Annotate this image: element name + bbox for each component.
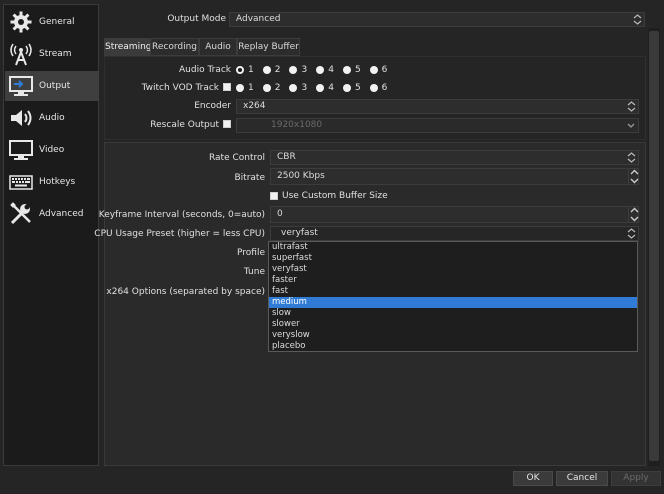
- cpu-preset-option-placebo[interactable]: placebo: [269, 341, 637, 352]
- rescale-output-label: Rescale Output: [150, 120, 219, 130]
- tools-icon: [10, 202, 31, 225]
- updown-arrow-icon: [627, 228, 636, 239]
- tab-replay-buffer[interactable]: Replay Buffer: [237, 38, 300, 56]
- tab-recording[interactable]: Recording: [150, 38, 199, 56]
- rate-control-value: CBR: [277, 152, 296, 162]
- sidebar-item-general[interactable]: General: [5, 7, 99, 37]
- custom-buffer-label: Use Custom Buffer Size: [282, 191, 388, 201]
- sidebar-item-label: Audio: [39, 113, 65, 123]
- cpu-preset-option-slow[interactable]: slow: [269, 308, 637, 319]
- speaker-icon: [11, 110, 32, 126]
- audio-track-radios: 1 2 3 4 5 6: [236, 64, 396, 76]
- twitch-vod-radio-2[interactable]: [262, 84, 271, 92]
- sidebar-item-video[interactable]: Video: [5, 135, 99, 165]
- twitch-vod-label: Twitch VOD Track: [141, 83, 219, 93]
- encoder-select[interactable]: x264: [236, 99, 639, 114]
- audio-track-label: Audio Track: [179, 65, 231, 75]
- twitch-vod-radio-6[interactable]: [369, 84, 378, 92]
- ok-button[interactable]: OK: [513, 471, 553, 486]
- cpu-preset-label: CPU Usage Preset (higher = less CPU): [94, 229, 265, 239]
- cpu-preset-option-slower[interactable]: slower: [269, 319, 637, 330]
- updown-arrow-icon: [627, 101, 636, 112]
- monitor-output-icon: [9, 76, 33, 96]
- twitch-vod-radio-4[interactable]: [316, 84, 325, 92]
- twitch-vod-radios: 1 2 3 4 5 6: [236, 82, 396, 94]
- twitch-vod-radio-3[interactable]: [289, 84, 298, 92]
- updown-arrow-icon: [633, 14, 642, 25]
- sidebar-item-audio[interactable]: Audio: [5, 103, 99, 133]
- output-mode-select[interactable]: Advanced: [229, 12, 645, 27]
- audio-track-radio-4[interactable]: [316, 66, 325, 74]
- antenna-icon: [10, 43, 32, 66]
- updown-arrow-icon: [627, 152, 636, 163]
- sidebar-item-label: Advanced: [39, 209, 84, 219]
- sidebar-item-label: Hotkeys: [39, 177, 76, 187]
- encoder-value: x264: [243, 101, 266, 111]
- rate-control-select[interactable]: CBR: [270, 150, 639, 165]
- chevron-down-icon: [627, 123, 635, 128]
- keyframe-spin-buttons[interactable]: [628, 206, 639, 223]
- twitch-vod-radio-5[interactable]: [342, 84, 351, 92]
- cpu-preset-option-faster[interactable]: faster: [269, 275, 637, 286]
- keyframe-interval-label: Keyframe Interval (seconds, 0=auto): [98, 210, 265, 220]
- keyframe-interval-value: 0: [277, 209, 283, 219]
- tab-streaming[interactable]: Streaming: [104, 38, 151, 56]
- audio-track-radio-1[interactable]: [236, 66, 244, 74]
- cpu-preset-option-superfast[interactable]: superfast: [269, 253, 637, 264]
- cpu-preset-option-veryslow[interactable]: veryslow: [269, 330, 637, 341]
- custom-buffer-checkbox[interactable]: [270, 192, 278, 200]
- monitor-icon: [9, 140, 33, 160]
- cpu-preset-option-medium[interactable]: medium: [269, 297, 637, 308]
- scrollbar-thumb[interactable]: [649, 31, 659, 461]
- cpu-preset-select[interactable]: veryfast: [270, 226, 639, 241]
- cpu-preset-option-ultrafast[interactable]: ultrafast: [269, 242, 637, 253]
- tab-audio[interactable]: Audio: [199, 38, 237, 56]
- audio-track-radio-3[interactable]: [289, 66, 298, 74]
- profile-label: Profile: [237, 248, 265, 258]
- rescale-resolution-select[interactable]: 1920x1080: [236, 118, 639, 133]
- sidebar-item-advanced[interactable]: Advanced: [5, 199, 99, 229]
- cpu-preset-value: veryfast: [281, 228, 318, 238]
- gear-icon: [10, 11, 32, 33]
- bitrate-label: Bitrate: [234, 173, 266, 183]
- rate-control-label: Rate Control: [208, 153, 265, 163]
- sidebar-item-label: Video: [39, 145, 65, 155]
- sidebar-item-output[interactable]: Output: [5, 71, 99, 101]
- cpu-preset-option-veryfast[interactable]: veryfast: [269, 264, 637, 275]
- settings-scrollbar[interactable]: [648, 28, 660, 466]
- twitch-vod-radio-1[interactable]: [236, 84, 244, 92]
- tune-label: Tune: [243, 267, 265, 277]
- sidebar-item-stream[interactable]: Stream: [5, 39, 99, 69]
- sidebar-item-label: General: [39, 17, 75, 27]
- keyframe-interval-spinbox[interactable]: 0: [270, 206, 639, 223]
- cpu-preset-dropdown-list: ultrafast superfast veryfast faster fast…: [268, 241, 638, 352]
- spin-arrows-icon: [630, 207, 639, 222]
- sidebar-item-label: Output: [39, 81, 71, 91]
- keyboard-icon: [9, 175, 33, 190]
- sidebar-item-label: Stream: [39, 49, 72, 59]
- settings-sidebar: General Stream Output Audio Video Hotkey…: [3, 4, 99, 466]
- output-mode-label: Output Mode: [167, 14, 226, 24]
- rescale-output-checkbox[interactable]: [223, 120, 231, 128]
- audio-track-radio-2[interactable]: [262, 66, 271, 74]
- twitch-vod-checkbox[interactable]: [223, 83, 231, 91]
- sidebar-item-hotkeys[interactable]: Hotkeys: [5, 167, 99, 197]
- audio-track-radio-5[interactable]: [342, 66, 351, 74]
- output-mode-value: Advanced: [236, 14, 281, 24]
- x264-options-label: x264 Options (separated by space): [106, 287, 265, 297]
- cancel-button[interactable]: Cancel: [556, 471, 608, 486]
- apply-button[interactable]: Apply: [611, 471, 661, 486]
- cpu-preset-option-fast[interactable]: fast: [269, 286, 637, 297]
- bitrate-spin-buttons[interactable]: [628, 168, 639, 185]
- bitrate-value: 2500 Kbps: [277, 171, 325, 181]
- encoder-label: Encoder: [194, 101, 231, 111]
- bitrate-spinbox[interactable]: 2500 Kbps: [270, 168, 639, 185]
- rescale-resolution-value: 1920x1080: [271, 120, 323, 130]
- spin-arrows-icon: [630, 169, 639, 184]
- audio-track-radio-6[interactable]: [369, 66, 378, 74]
